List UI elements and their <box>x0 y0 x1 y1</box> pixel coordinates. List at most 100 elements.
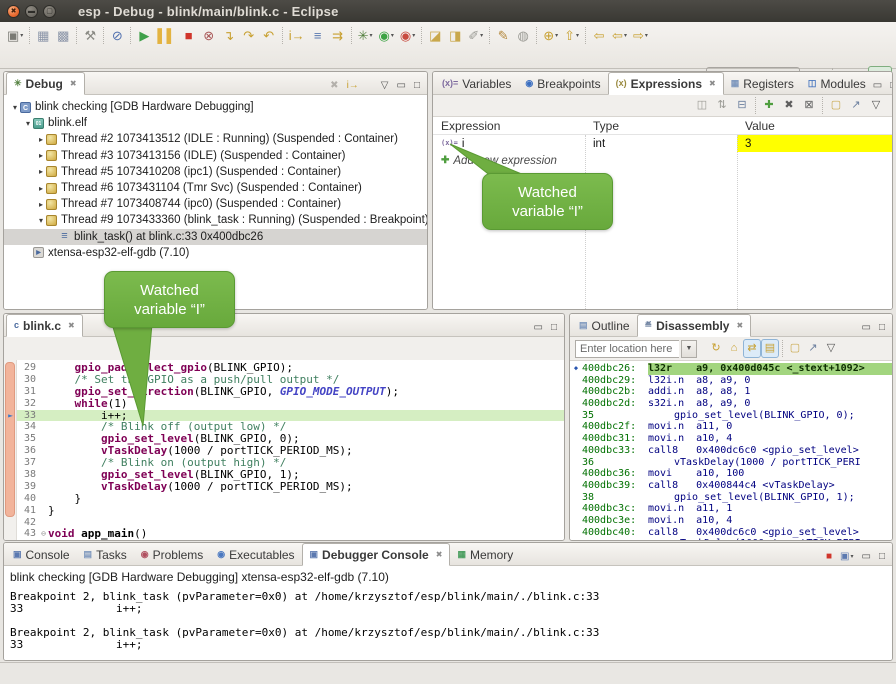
tab-close-icon[interactable]: ✖ <box>68 321 75 330</box>
maximize-button[interactable]: □ <box>890 81 893 91</box>
code-line[interactable]: 44{ <box>4 540 564 541</box>
new-view-button[interactable]: ▢ <box>826 97 846 115</box>
show-source-button[interactable]: ▤ <box>761 339 779 358</box>
debug-tree-item[interactable]: xtensa-esp32-elf-gdb (7.10) <box>4 245 427 261</box>
debug-tree-item[interactable]: ▸Thread #5 1073410208 (ipc1) (Suspended … <box>4 164 427 180</box>
code-line[interactable]: 43⊖void app_main() <box>4 528 564 540</box>
disassembly-instruction-row[interactable]: 400dbc36:movi a10, 100 <box>570 468 892 480</box>
code-line[interactable]: 41} <box>4 505 564 517</box>
run-button[interactable]: ◉▾ <box>376 25 397 46</box>
debug-tree-item[interactable]: ▾Thread #9 1073433360 (blink_task : Runn… <box>4 212 427 228</box>
open-resource-button[interactable]: ◨ <box>445 25 465 46</box>
profile-button[interactable]: ◉▾ <box>397 25 418 46</box>
suspend-button[interactable]: ▌▌ <box>154 25 178 46</box>
disassembly-instruction-row[interactable]: 400dbc2f:movi.n a11, 0 <box>570 421 892 433</box>
disassembly-tab-disassembly[interactable]: ≝Disassembly✖ <box>637 314 752 337</box>
forward-button[interactable]: ⇦▾ <box>609 25 630 46</box>
console-tab-memory[interactable]: ▦Memory <box>450 544 520 565</box>
pin-view-button[interactable]: ↗ <box>846 97 866 115</box>
terminate-button[interactable]: ■ <box>179 25 199 46</box>
remove-expression-button[interactable]: ✖ <box>779 97 799 115</box>
disassembly-source-row[interactable]: 38gpio_set_level(BLINK_GPIO, 1); <box>570 492 892 504</box>
terminate-console-button[interactable]: ■ <box>826 552 832 562</box>
debug-tree-item[interactable]: blink_task() at blink.c:33 0x400dbc26 <box>4 229 427 245</box>
pin-view-button[interactable]: ↗ <box>804 339 822 358</box>
disassembly-instruction-row[interactable]: 400dbc33:call8 0x400dc6c0 <gpio_set_leve… <box>570 445 892 457</box>
back-button[interactable]: ⇦ <box>589 25 609 46</box>
console-tab-tasks[interactable]: ▤Tasks <box>77 544 134 565</box>
link-with-editor-button[interactable]: ⇧▾ <box>561 25 582 46</box>
step-over-button[interactable]: ↷ <box>239 25 259 46</box>
expressions-tab-modules[interactable]: ◫Modules <box>801 73 873 94</box>
instruction-stepping-button[interactable]: i→ <box>286 25 308 46</box>
new-view-button[interactable]: ▢ <box>786 339 804 358</box>
refresh-button[interactable]: ↻ <box>707 339 725 358</box>
instruction-pointer-breakpoint-icon[interactable]: ► <box>4 410 17 422</box>
disassembly-instruction-row[interactable]: 400dbc40:call8 0x400dc6c0 <gpio_set_leve… <box>570 527 892 539</box>
mark-occurrences-button[interactable]: ✎ <box>493 25 513 46</box>
console-log[interactable]: Breakpoint 2, blink_task (pvParameter=0x… <box>4 584 892 651</box>
sync-active-context-button[interactable]: ⇄ <box>743 339 761 358</box>
disassembly-instruction-row[interactable]: 400dbc3c:movi.n a11, 1 <box>570 503 892 515</box>
maximize-button[interactable]: □ <box>879 323 885 333</box>
add-expression-button[interactable]: ✚ <box>759 97 779 115</box>
minimize-button[interactable]: ▭ <box>397 81 406 91</box>
step-return-button[interactable]: ↶ <box>259 25 279 46</box>
disassembly-source-row[interactable]: vTaskDelay(1000 / portTICK_PERI <box>570 538 892 540</box>
console-tab-executables[interactable]: ◉Executables <box>210 544 301 565</box>
location-input[interactable]: Enter location here <box>575 340 679 358</box>
column-header-expression[interactable]: Expression <box>433 117 585 134</box>
fold-collapse-icon[interactable]: ⊖ <box>39 528 48 540</box>
step-into-button[interactable]: ↴ <box>219 25 239 46</box>
location-dropdown-icon[interactable]: ▼ <box>681 340 697 358</box>
home-button[interactable]: ⌂ <box>725 339 743 358</box>
instruction-stepping-mode-button[interactable]: i→ <box>347 81 359 91</box>
last-edit-location-button[interactable]: ⇨▾ <box>630 25 651 46</box>
remove-all-expressions-button[interactable]: ⊠ <box>799 97 819 115</box>
disassembly-source-row[interactable]: 35gpio_set_level(BLINK_GPIO, 0); <box>570 410 892 422</box>
show-type-names-button[interactable]: ◫ <box>692 97 712 115</box>
code-line[interactable]: 39 vTaskDelay(1000 / portTICK_PERIOD_MS)… <box>4 481 564 493</box>
minimize-button[interactable]: ▬ <box>25 5 38 18</box>
editor-tab-blink-c[interactable]: cblink.c✖ <box>6 314 83 337</box>
maximize-button[interactable]: □ <box>414 81 420 91</box>
annotations-button[interactable]: ◍ <box>513 25 533 46</box>
display-selected-console-button[interactable]: ▣▾ <box>840 552 853 562</box>
expressions-tab-breakpoints[interactable]: ◉Breakpoints <box>518 73 607 94</box>
resume-button[interactable]: ▶ <box>134 25 154 46</box>
minimize-button[interactable]: ▭ <box>873 81 882 91</box>
tab-close-icon[interactable]: ✖ <box>70 79 77 88</box>
maximize-button[interactable]: □ <box>551 323 557 333</box>
view-menu-button[interactable]: ▽ <box>381 81 389 91</box>
save-button[interactable]: ▦ <box>33 25 53 46</box>
debug-tree-item[interactable]: ▸Thread #2 1073413512 (IDLE : Running) (… <box>4 131 427 147</box>
console-tab-debugger-console[interactable]: ▣Debugger Console✖ <box>302 543 451 566</box>
disassembly-instruction-row[interactable]: 400dbc2d:s32i.n a8, a9, 0 <box>570 398 892 410</box>
view-menu-button[interactable]: ▽ <box>822 339 840 358</box>
skip-all-breakpoints-button[interactable]: ⊘ <box>107 25 127 46</box>
build-button[interactable]: ⚒ <box>80 25 100 46</box>
disassembly-instruction-row[interactable]: 400dbc31:movi.n a10, 4 <box>570 433 892 445</box>
debug-button[interactable]: ✳▾ <box>355 25 376 46</box>
new-wizard-button[interactable]: ▣▾ <box>4 25 26 46</box>
minimize-button[interactable]: ▭ <box>862 323 871 333</box>
disassembly-source-row[interactable]: 36vTaskDelay(1000 / portTICK_PERI <box>570 457 892 469</box>
maximize-button[interactable]: ▢ <box>43 5 56 18</box>
code-line[interactable]: 40 } <box>4 493 564 505</box>
expressions-tab-registers[interactable]: ▦Registers <box>724 73 801 94</box>
tab-close-icon[interactable]: ✖ <box>436 550 443 559</box>
console-tab-problems[interactable]: ◉Problems <box>134 544 211 565</box>
debug-tab-debug[interactable]: ✳Debug✖ <box>6 72 85 95</box>
column-header-type[interactable]: Type <box>585 117 737 134</box>
external-tools-button[interactable]: ✐▾ <box>465 25 486 46</box>
debug-tree-item[interactable]: ▾blink checking [GDB Hardware Debugging] <box>4 99 427 115</box>
remove-all-terminated-button[interactable]: ✖ <box>330 81 338 91</box>
debug-tree-item[interactable]: ▾blink.elf <box>4 115 427 131</box>
debug-tree-item[interactable]: ▸Thread #7 1073408744 (ipc0) (Suspended … <box>4 196 427 212</box>
minimize-button[interactable]: ▭ <box>534 323 543 333</box>
use-step-filters-button[interactable]: ⇉ <box>328 25 348 46</box>
tab-close-icon[interactable]: ✖ <box>709 79 716 88</box>
view-menu-button[interactable]: ▽ <box>866 97 886 115</box>
maximize-button[interactable]: □ <box>879 552 885 562</box>
save-all-button[interactable]: ▩ <box>53 25 73 46</box>
